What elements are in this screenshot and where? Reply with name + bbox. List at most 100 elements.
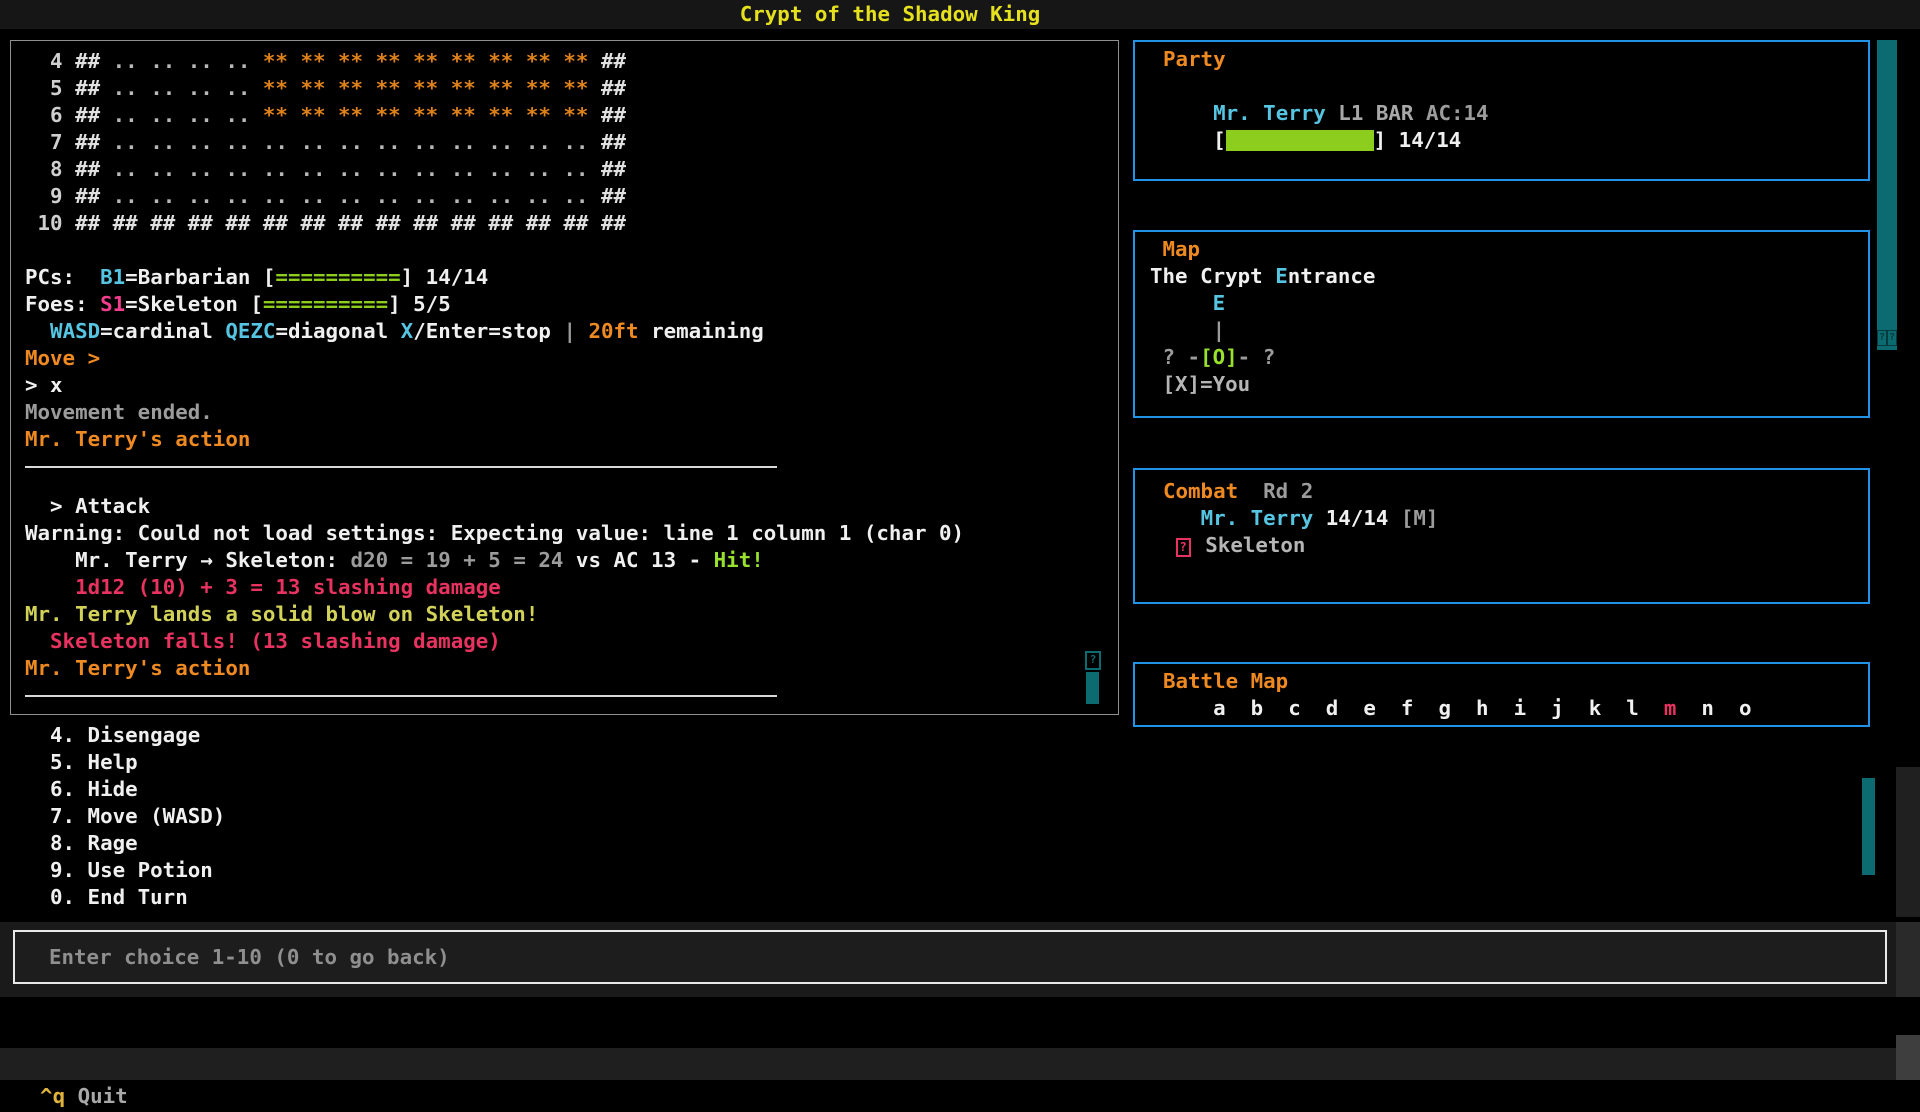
log-line: 4 ## .. .. .. .. ** ** ** ** ** ** ** **…: [25, 48, 1118, 75]
log-line: 9 ## .. .. .. .. .. .. .. .. .. .. .. ..…: [25, 183, 1118, 210]
right-edge-track: [1896, 767, 1920, 917]
text-segment: X: [401, 319, 414, 343]
text-segment: .. .. .. .. .. .. .. .. .. .. .. .. ..: [113, 157, 601, 181]
text-segment: ** ** ** ** ** ** ** ** **: [263, 76, 601, 100]
scrollbar-glyph-icon: ?: [1877, 330, 1887, 346]
text-segment: ##: [75, 76, 113, 100]
log-scroll-glyph-icon[interactable]: ?: [1085, 651, 1101, 670]
log-divider: [25, 466, 777, 468]
status-bar: ^q Quit: [0, 1048, 1900, 1080]
text-segment: Mr. Terry → Skeleton:: [25, 548, 351, 572]
log-line: 5 ## .. .. .. .. ** ** ** ** ** ** ** **…: [25, 75, 1118, 102]
map-panel-line: ? -[O]- ?: [1150, 344, 1868, 371]
text-segment: ##: [601, 130, 626, 154]
battle-map-panel: Battle Map a b c d e f g h i j k l m n o: [1133, 662, 1870, 727]
combat-panel-line: Combat Rd 2: [1163, 478, 1868, 505]
text-segment: 4: [25, 49, 75, 73]
text-segment: 6: [25, 103, 75, 127]
text-segment: Hit!: [714, 548, 764, 572]
scrollbar-glyph-icon: ?: [1887, 330, 1897, 346]
battle-map-line: Battle Map: [1163, 668, 1868, 695]
skeleton-status-icon: ?: [1176, 538, 1191, 557]
log-line: [25, 237, 1118, 264]
log-line: WASD=cardinal QEZC=diagonal X/Enter=stop…: [25, 318, 1118, 345]
party-member-level-class: L1 BAR: [1326, 101, 1414, 125]
text-segment: [1163, 506, 1201, 530]
text-segment: Warning: Could not load settings: Expect…: [25, 521, 964, 545]
text-segment: Battle Map: [1163, 669, 1288, 693]
text-segment: m: [1664, 696, 1677, 720]
input-band: [0, 922, 1900, 997]
menu-item[interactable]: 0. End Turn: [50, 884, 225, 911]
log-line: 6 ## .. .. .. .. ** ** ** ** ** ** ** **…: [25, 102, 1118, 129]
log-line: > Attack: [25, 493, 1118, 520]
right-edge-block: [1896, 922, 1920, 997]
log-scrollbar-thumb[interactable]: [1086, 672, 1099, 704]
text-segment: .. .. .. ..: [113, 103, 263, 127]
text-segment: ] 5/5: [388, 292, 451, 316]
text-segment: ##: [601, 157, 626, 181]
log-line: 1d12 (10) + 3 = 13 slashing damage: [25, 574, 1118, 601]
text-segment: [X]=You: [1150, 372, 1250, 396]
text-segment: Mr. Terry's action: [25, 427, 250, 451]
quit-shortcut-label: Quit: [65, 1084, 128, 1108]
terminal-screen: { "colors": { "title_bar_bg": "#161616",…: [0, 0, 1920, 1080]
map-panel-line: The Crypt Entrance: [1150, 263, 1868, 290]
menu-item[interactable]: 5. Help: [50, 749, 225, 776]
text-segment: Mr. Terry lands a solid blow on Skeleton…: [25, 602, 538, 626]
menu-item[interactable]: 8. Rage: [50, 830, 225, 857]
log-line: PCs: B1=Barbarian [==========] 14/14: [25, 264, 1118, 291]
text-segment: ==========: [275, 265, 400, 289]
text-segment: /Enter=stop: [413, 319, 563, 343]
battle-map-line: a b c d e f g h i j k l m n o: [1163, 695, 1868, 722]
text-segment: Mr. Terry's action: [25, 656, 250, 680]
text-segment: Skeleton: [1193, 533, 1306, 557]
text-segment: B1: [100, 265, 125, 289]
combat-log-panel: 4 ## .. .. .. .. ** ** ** ** ** ** ** **…: [10, 40, 1119, 715]
text-segment: ##: [75, 157, 113, 181]
action-menu: 4. Disengage5. Help6. Hide7. Move (WASD)…: [50, 722, 225, 911]
text-segment: ##: [601, 103, 626, 127]
text-segment: 10: [25, 211, 75, 235]
text-segment: The Crypt: [1150, 264, 1275, 288]
choice-input[interactable]: [13, 930, 1887, 984]
text-segment: ntrance: [1288, 264, 1376, 288]
text-segment: ##: [75, 130, 113, 154]
log-line: Move >: [25, 345, 1118, 372]
text-segment: > x: [25, 373, 63, 397]
hp-bar-open-bracket: [: [1213, 128, 1226, 152]
combat-panel: Combat Rd 2 Mr. Terry 14/14 [M] ? Skelet…: [1133, 468, 1870, 604]
combat-panel-line: Mr. Terry 14/14 [M]: [1163, 505, 1868, 532]
text-segment: |: [1150, 318, 1225, 342]
log-divider: [25, 695, 777, 697]
right-edge-thumb[interactable]: [1896, 1035, 1920, 1080]
text-segment: ##: [75, 49, 113, 73]
text-segment: ] 14/14: [401, 265, 489, 289]
menu-item[interactable]: 9. Use Potion: [50, 857, 225, 884]
log-line: Mr. Terry's action: [25, 655, 1118, 682]
text-segment: =Barbarian [: [125, 265, 275, 289]
hp-bar-close-bracket: ]: [1374, 128, 1399, 152]
map-panel-line: |: [1150, 317, 1868, 344]
text-segment: Move >: [25, 346, 100, 370]
quit-shortcut-key[interactable]: ^q: [40, 1084, 65, 1108]
log-line: 8 ## .. .. .. .. .. .. .. .. .. .. .. ..…: [25, 156, 1118, 183]
log-line: Skeleton falls! (13 slashing damage): [25, 628, 1118, 655]
text-segment: Rd 2: [1238, 479, 1313, 503]
party-panel: Party Mr. Terry L1 BAR AC:14 [] 14/14: [1133, 40, 1870, 181]
text-segment: WASD: [50, 319, 100, 343]
text-segment: =diagonal: [275, 319, 400, 343]
hp-bar-fill: [1226, 130, 1374, 151]
menu-item[interactable]: 4. Disengage: [50, 722, 225, 749]
menu-item[interactable]: 6. Hide: [50, 776, 225, 803]
menu-item[interactable]: 7. Move (WASD): [50, 803, 225, 830]
right-scrollbar-bottom[interactable]: [1862, 778, 1875, 875]
text-segment: > Attack: [25, 494, 150, 518]
text-segment: 9: [25, 184, 75, 208]
log-line: Foes: S1=Skeleton [==========] 5/5: [25, 291, 1118, 318]
text-segment: 20ft: [589, 319, 639, 343]
text-segment: PCs:: [25, 265, 100, 289]
log-line: > x: [25, 372, 1118, 399]
right-scrollbar-top[interactable]: ? ?: [1877, 40, 1897, 350]
log-line: Movement ended.: [25, 399, 1118, 426]
